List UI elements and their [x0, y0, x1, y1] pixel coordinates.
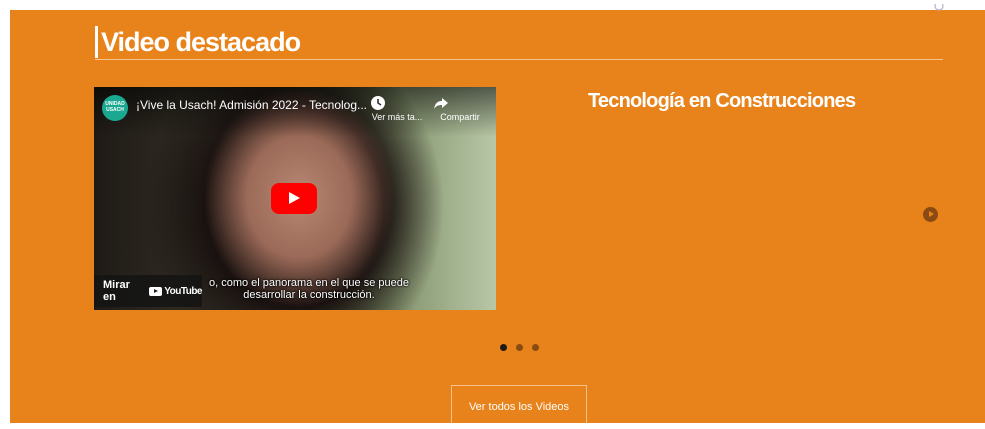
share-label: Compartir [440, 112, 480, 122]
video-heading: Tecnología en Construcciones [588, 90, 856, 112]
watch-on-label: Mirar en [103, 279, 130, 303]
channel-logo[interactable]: UNIDAD USACH [102, 95, 128, 121]
carousel-dot-3[interactable] [532, 344, 539, 351]
youtube-icon [149, 286, 163, 296]
carousel-dot-1[interactable] [500, 344, 507, 351]
watch-later-button[interactable]: Ver más ta... [369, 94, 425, 122]
section-title: Video destacado [95, 26, 301, 58]
share-arrow-icon [434, 98, 448, 109]
top-right-icon [934, 4, 944, 11]
subtitle-line-1: o, como el panorama en el que se puede [209, 277, 409, 289]
carousel-next-icon[interactable] [923, 207, 938, 222]
featured-video-section: Video destacado UNIDAD USACH ¡Vive la Us… [10, 4, 985, 423]
share-button[interactable]: Compartir [432, 94, 488, 122]
clock-icon [371, 96, 385, 110]
video-player[interactable]: UNIDAD USACH ¡Vive la Usach! Admisión 20… [94, 87, 496, 310]
carousel-dots [500, 344, 539, 351]
watch-on-youtube-button[interactable]: Mirar en YouTube [94, 275, 202, 307]
view-all-videos-button[interactable]: Ver todos los Videos [451, 385, 587, 423]
video-title-link[interactable]: ¡Vive la Usach! Admisión 2022 - Tecnolog… [136, 98, 368, 112]
youtube-logo: YouTube [149, 286, 202, 297]
play-button[interactable] [271, 183, 317, 214]
watch-later-label: Ver más ta... [371, 112, 423, 122]
carousel-dot-2[interactable] [516, 344, 523, 351]
title-divider [95, 59, 943, 60]
youtube-label: YouTube [164, 285, 202, 297]
video-subtitles: o, como el panorama en el que se puede d… [204, 277, 414, 301]
subtitle-line-2: desarrollar la construcción. [243, 289, 375, 301]
